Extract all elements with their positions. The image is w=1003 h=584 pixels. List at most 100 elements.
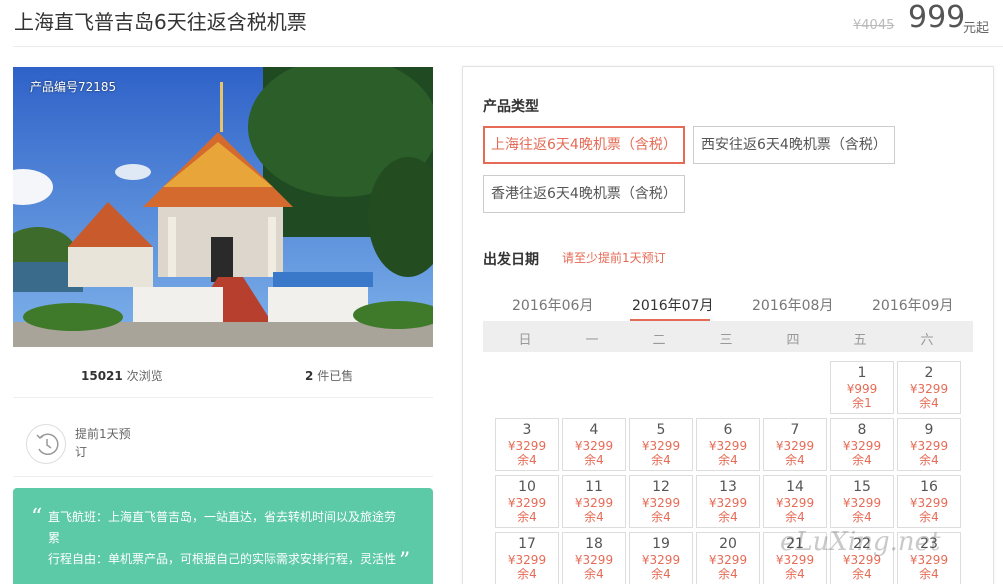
- day-price: ¥3299: [507, 439, 547, 453]
- day-number: 17: [518, 536, 536, 552]
- weekday-header: 日 一 二 三 四 五 六: [483, 321, 973, 352]
- calendar-day-2[interactable]: 2 ¥3299 余4: [897, 361, 961, 414]
- day-price: ¥3299: [775, 496, 815, 510]
- calendar-day-20[interactable]: 20 ¥3299 余4: [696, 532, 760, 584]
- day-remaining: 余4: [651, 567, 671, 581]
- weekday-tue: 二: [652, 333, 666, 348]
- day-number: 20: [719, 536, 737, 552]
- day-number: 16: [920, 479, 938, 495]
- product-title: 上海直飞普吉岛6天往返含税机票: [14, 10, 307, 34]
- day-number: 18: [585, 536, 603, 552]
- day-remaining: 余4: [785, 453, 805, 467]
- price-unit: 元起: [963, 21, 990, 36]
- month-tab-08[interactable]: 2016年08月: [752, 295, 833, 315]
- calendar-day-11[interactable]: 11 ¥3299 余4: [562, 475, 626, 528]
- day-remaining: 余4: [718, 567, 738, 581]
- day-remaining: 余4: [718, 453, 738, 467]
- day-remaining: 余4: [919, 396, 939, 410]
- calendar-day-10[interactable]: 10 ¥3299 余4: [495, 475, 559, 528]
- temple-photo-image: [13, 67, 433, 347]
- calendar-day-4[interactable]: 4 ¥3299 余4: [562, 418, 626, 471]
- month-tab-06[interactable]: 2016年06月: [512, 295, 593, 315]
- day-price: ¥3299: [507, 553, 547, 567]
- calendar-day-3[interactable]: 3 ¥3299 余4: [495, 418, 559, 471]
- calendar-day-12[interactable]: 12 ¥3299 余4: [629, 475, 693, 528]
- month-tab-07[interactable]: 2016年07月: [632, 295, 713, 315]
- calendar-day-19[interactable]: 19 ¥3299 余4: [629, 532, 693, 584]
- close-quote-icon: ”: [399, 549, 411, 574]
- calendar-day-7[interactable]: 7 ¥3299 余4: [763, 418, 827, 471]
- current-price: 999: [908, 0, 966, 35]
- advance-divider: [13, 476, 433, 477]
- type-option-xian[interactable]: 西安往返6天4晚机票（含税）: [693, 126, 895, 164]
- views-count: 15021: [81, 369, 123, 383]
- day-price: ¥3299: [909, 382, 949, 396]
- calendar-day-18[interactable]: 18 ¥3299 余4: [562, 532, 626, 584]
- weekday-thu: 四: [786, 333, 800, 348]
- product-photo[interactable]: 产品编号72185: [13, 67, 433, 347]
- day-number: 12: [652, 479, 670, 495]
- day-number: 11: [585, 479, 603, 495]
- product-type-label: 产品类型: [483, 99, 539, 115]
- type-option-hongkong[interactable]: 香港往返6天4晚机票（含税）: [483, 175, 685, 213]
- calendar-day-17[interactable]: 17 ¥3299 余4: [495, 532, 559, 584]
- day-number: 19: [652, 536, 670, 552]
- departure-date-label: 出发日期: [483, 252, 539, 268]
- calendar-day-16[interactable]: 16 ¥3299 余4: [897, 475, 961, 528]
- day-price: ¥3299: [507, 496, 547, 510]
- calendar-day-1[interactable]: 1 ¥999 余1: [830, 361, 894, 414]
- stats-divider: [13, 397, 433, 398]
- day-remaining: 余4: [919, 453, 939, 467]
- type-option-shanghai[interactable]: 上海往返6天4晚机票（含税）: [483, 126, 685, 164]
- header-divider: [13, 46, 1003, 47]
- day-remaining: 余4: [517, 567, 537, 581]
- calendar-day-6[interactable]: 6 ¥3299 余4: [696, 418, 760, 471]
- note-line-2: 行程自由：单机票产品，可根据自己的实际需求安排行程，灵活性: [48, 552, 397, 566]
- day-remaining: 余1: [852, 396, 872, 410]
- day-remaining: 余4: [785, 567, 805, 581]
- day-price: ¥3299: [909, 496, 949, 510]
- day-number: 1: [857, 365, 867, 381]
- day-number: 4: [589, 422, 599, 438]
- day-remaining: 余4: [651, 510, 671, 524]
- calendar-day-14[interactable]: 14 ¥3299 余4: [763, 475, 827, 528]
- date-hint: 请至少提前1天预订: [562, 251, 666, 265]
- calendar-day-8[interactable]: 8 ¥3299 余4: [830, 418, 894, 471]
- watermark: eLuXing.net: [780, 527, 941, 557]
- day-number: 14: [786, 479, 804, 495]
- clock-icon: [26, 424, 66, 464]
- original-price: ¥4045: [853, 18, 895, 33]
- day-price: ¥3299: [708, 553, 748, 567]
- day-price: ¥3299: [708, 496, 748, 510]
- day-remaining: 余4: [651, 453, 671, 467]
- day-price: ¥3299: [641, 553, 681, 567]
- day-price: ¥999: [846, 382, 878, 396]
- day-remaining: 余4: [919, 567, 939, 581]
- day-price: ¥3299: [574, 553, 614, 567]
- day-number: 9: [924, 422, 934, 438]
- stats-bar: 15021 次浏览 2 件已售: [13, 362, 433, 390]
- calendar-day-5[interactable]: 5 ¥3299 余4: [629, 418, 693, 471]
- day-price: ¥3299: [641, 439, 681, 453]
- booking-panel: 产品类型 上海往返6天4晚机票（含税） 西安往返6天4晚机票（含税） 香港往返6…: [462, 66, 994, 584]
- weekday-mon: 一: [585, 333, 599, 348]
- day-remaining: 余4: [584, 510, 604, 524]
- weekday-wed: 三: [719, 333, 733, 348]
- calendar-day-9[interactable]: 9 ¥3299 余4: [897, 418, 961, 471]
- day-price: ¥3299: [708, 439, 748, 453]
- weekday-sun: 日: [518, 333, 532, 348]
- day-price: ¥3299: [842, 439, 882, 453]
- calendar-day-13[interactable]: 13 ¥3299 余4: [696, 475, 760, 528]
- day-number: 7: [790, 422, 800, 438]
- views-stat: 15021 次浏览: [81, 367, 163, 384]
- note-line-1: 直飞航班：上海直飞普吉岛，一站直达，省去转机时间以及旅途劳累: [48, 510, 397, 545]
- day-remaining: 余4: [852, 567, 872, 581]
- sold-count: 2: [305, 369, 314, 383]
- day-remaining: 余4: [517, 510, 537, 524]
- month-tab-09[interactable]: 2016年09月: [872, 295, 953, 315]
- day-number: 10: [518, 479, 536, 495]
- sold-stat: 2 件已售: [305, 367, 353, 384]
- calendar-day-15[interactable]: 15 ¥3299 余4: [830, 475, 894, 528]
- day-remaining: 余4: [852, 453, 872, 467]
- day-remaining: 余4: [919, 510, 939, 524]
